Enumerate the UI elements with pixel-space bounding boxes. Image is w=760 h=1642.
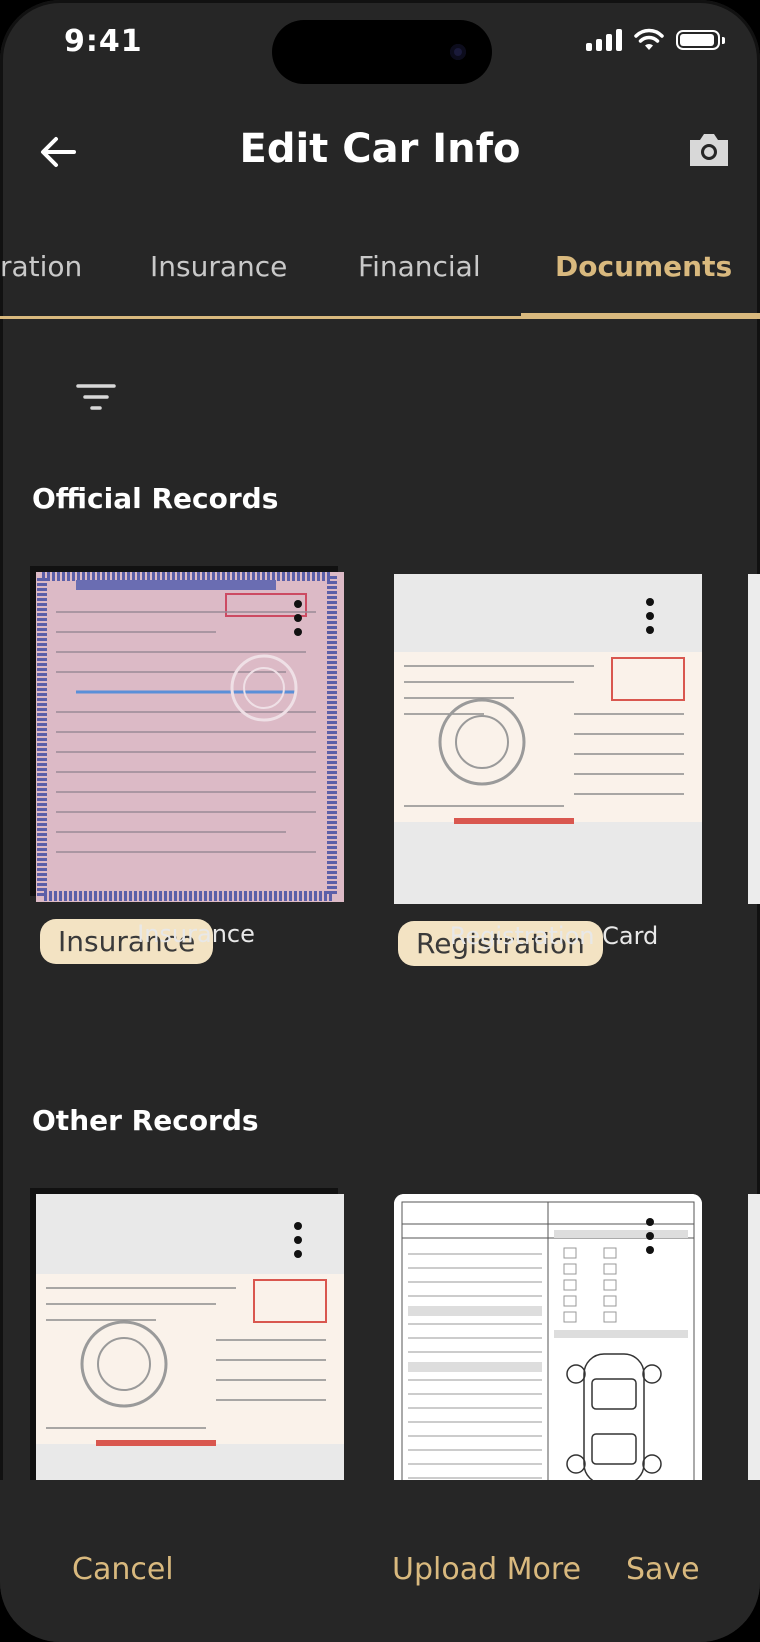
document-card-insurance[interactable]: Insurance Insurance <box>36 572 356 964</box>
next-card-peek <box>748 1194 760 1494</box>
document-thumbnail <box>394 574 702 904</box>
tab-documents[interactable]: Documents <box>555 250 732 283</box>
document-thumbnail <box>36 1194 344 1524</box>
tab-registration[interactable]: ration <box>0 250 82 283</box>
more-options-button[interactable] <box>642 1218 658 1258</box>
camera-lens <box>450 44 466 60</box>
document-caption: Registration Card <box>449 922 659 950</box>
camera-icon <box>690 134 728 166</box>
document-card-registration[interactable]: Registration Registration Card <box>394 574 714 966</box>
filter-icon <box>76 384 116 410</box>
tab-insurance[interactable]: Insurance <box>150 250 287 283</box>
document-thumbnail <box>394 1194 702 1524</box>
status-time: 9:41 <box>64 24 143 59</box>
more-options-button[interactable] <box>642 598 658 638</box>
wifi-icon <box>634 28 664 50</box>
document-thumbnail <box>36 572 344 902</box>
active-tab-indicator <box>521 313 760 319</box>
status-icons <box>586 28 725 52</box>
phone-screen: 9:41 Edit Car Info ration Insurance Fina… <box>0 0 760 1642</box>
next-card-peek <box>748 574 760 904</box>
section-title-other: Other Records <box>32 1104 259 1137</box>
document-card-other-1[interactable] <box>36 1194 356 1524</box>
document-card-other-2[interactable] <box>394 1194 714 1524</box>
camera-button[interactable] <box>686 128 732 172</box>
section-title-official: Official Records <box>32 482 279 515</box>
filter-button[interactable] <box>76 382 116 414</box>
battery-icon <box>676 30 725 50</box>
more-options-button[interactable] <box>290 600 306 640</box>
tab-bar: ration Insurance Financial Documents <box>0 240 760 319</box>
signal-icon <box>586 29 622 51</box>
tab-financial[interactable]: Financial <box>358 250 481 283</box>
save-button[interactable]: Save <box>626 1552 700 1587</box>
cancel-button[interactable]: Cancel <box>72 1552 174 1587</box>
page-title: Edit Car Info <box>239 126 521 172</box>
document-caption: Insurance <box>137 920 255 948</box>
dynamic-island <box>272 20 492 84</box>
upload-more-button[interactable]: Upload More <box>392 1552 581 1587</box>
more-options-button[interactable] <box>290 1222 306 1262</box>
